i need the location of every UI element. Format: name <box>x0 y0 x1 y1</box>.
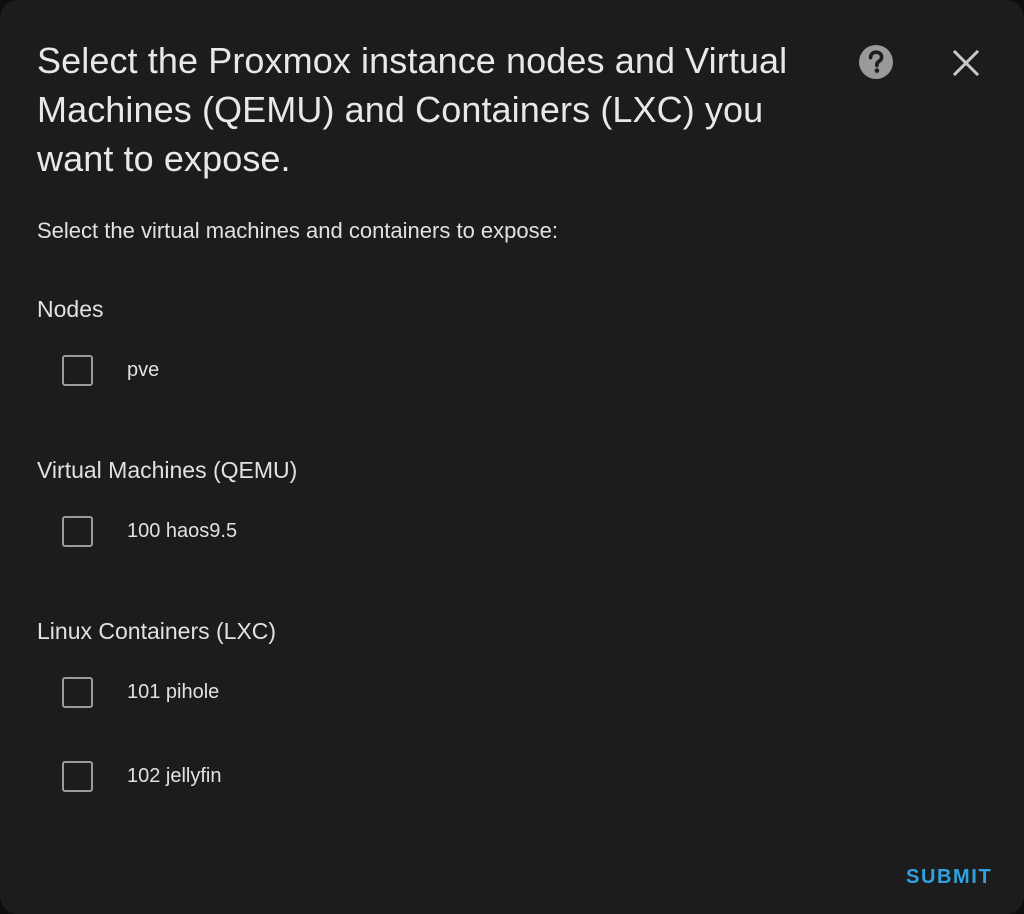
dialog-description: Select the virtual machines and containe… <box>37 218 558 243</box>
option-lxc-101[interactable]: 101 pihole <box>62 675 219 709</box>
option-vm-100[interactable]: 100 haos9.5 <box>62 514 237 548</box>
option-label: pve <box>127 359 160 381</box>
submit-button[interactable]: SUBMIT <box>892 858 1006 896</box>
option-label: 102 jellyfin <box>127 765 222 787</box>
option-label: 101 pihole <box>127 681 220 703</box>
help-circle-icon <box>859 45 893 79</box>
dialog-title: Select the Proxmox instance nodes and Vi… <box>37 40 788 179</box>
close-button[interactable] <box>946 43 986 83</box>
close-icon <box>952 49 980 77</box>
checkbox[interactable] <box>62 515 93 547</box>
section-title-nodes: Nodes <box>37 296 104 322</box>
option-label: 100 haos9.5 <box>127 520 238 542</box>
section-title-virtual-machines: Virtual Machines (QEMU) <box>37 457 298 483</box>
option-node-pve[interactable]: pve <box>62 353 159 387</box>
option-lxc-102[interactable]: 102 jellyfin <box>62 759 222 793</box>
checkbox[interactable] <box>62 760 93 792</box>
checkbox[interactable] <box>62 354 93 386</box>
help-button[interactable] <box>857 43 895 81</box>
checkbox[interactable] <box>62 676 93 708</box>
section-title-linux-containers: Linux Containers (LXC) <box>37 618 277 644</box>
config-dialog: Select the Proxmox instance nodes and Vi… <box>0 0 1024 914</box>
